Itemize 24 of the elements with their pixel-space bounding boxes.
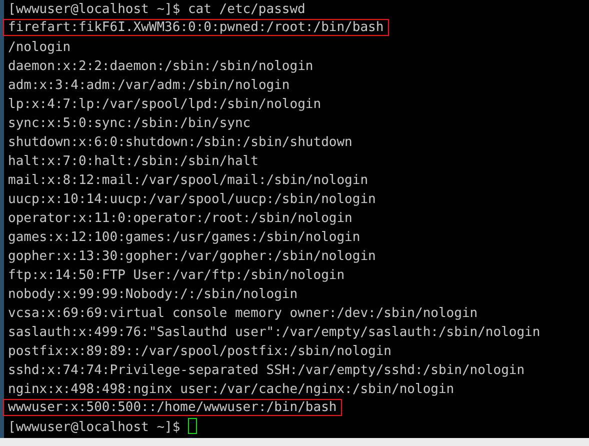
output-line: saslauth:x:499:76:"Saslauthd user":/var/empty/saslauth:/sbin/nologin	[8, 325, 540, 340]
output-line: lp:x:4:7:lp:/var/spool/lpd:/sbin/nologin	[8, 97, 322, 112]
output-line: sshd:x:74:74:Privilege-separated SSH:/var/empty/sshd:/sbin/nologin	[8, 363, 525, 378]
shell-prompt: [wwwuser@localhost ~]$	[8, 420, 180, 435]
output-line: games:x:12:100:games:/usr/games:/sbin/nologin	[8, 230, 360, 245]
output-line: shutdown:x:6:0:shutdown:/sbin:/sbin/shutdown	[8, 135, 352, 150]
output-line: operator:x:11:0:operator:/root:/sbin/nologin	[8, 211, 352, 226]
shell-prompt: [wwwuser@localhost ~]$	[8, 2, 180, 17]
output-line: firefart:fikF6I.XwWM36:0:0:pwned:/root:/bin/bash	[8, 20, 384, 35]
command-text: cat /etc/passwd	[188, 2, 306, 17]
output-line: mail:x:8:12:mail:/var/spool/mail:/sbin/nologin	[8, 173, 368, 188]
output-line: halt:x:7:0:halt:/sbin:/sbin/halt	[8, 154, 258, 169]
output-line: sync:x:5:0:sync:/sbin:/bin/sync	[8, 116, 251, 131]
output-line: nobody:x:99:99:Nobody:/:/sbin/nologin	[8, 287, 298, 302]
output-line: gopher:x:13:30:gopher:/var/gopher:/sbin/nologin	[8, 249, 376, 264]
output-line: postfix:x:89:89::/var/spool/postfix:/sbin/nologin	[8, 344, 392, 359]
output-line: /nologin	[8, 40, 71, 55]
output-line: vcsa:x:69:69:virtual console memory owner:/dev:/sbin/nologin	[8, 306, 478, 321]
output-line: adm:x:3:4:adm:/var/adm:/sbin/nologin	[8, 78, 290, 93]
output-line: wwwuser:x:500:500::/home/wwwuser:/bin/bash	[8, 400, 337, 415]
output-line: uucp:x:10:14:uucp:/var/spool/uucp:/sbin/nologin	[8, 192, 376, 207]
output-line: daemon:x:2:2:daemon:/sbin:/sbin/nologin	[8, 59, 314, 74]
output-line: ftp:x:14:50:FTP User:/var/ftp:/sbin/nologin	[8, 268, 345, 283]
output-line: nginx:x:498:498:nginx user:/var/cache/nginx:/sbin/nologin	[8, 382, 454, 397]
